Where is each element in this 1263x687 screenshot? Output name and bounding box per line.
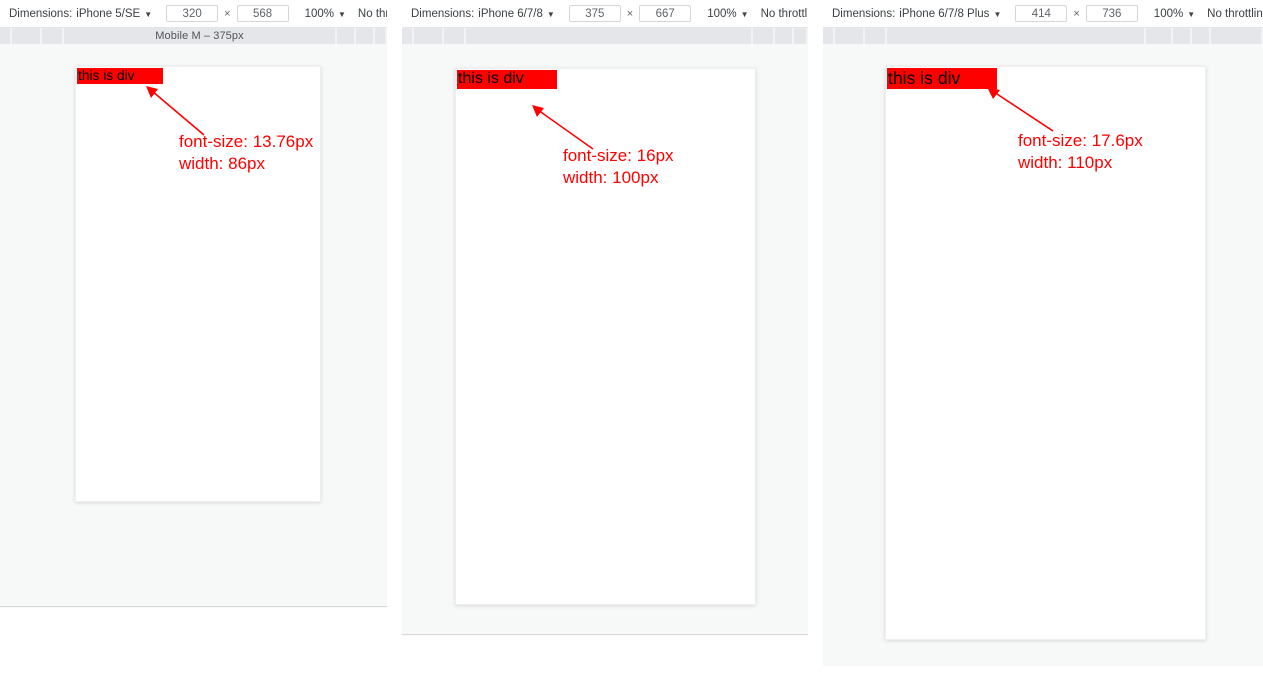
- dimensions-label: Dimensions:: [832, 7, 896, 20]
- viewport-width-input[interactable]: [166, 5, 219, 22]
- annotation-width: width: 86px: [179, 154, 265, 174]
- chevron-down-icon: ▼: [338, 9, 346, 19]
- zoom-value: 100%: [1153, 7, 1184, 20]
- media-query-segment[interactable]: [356, 28, 373, 44]
- media-query-segment[interactable]: [12, 28, 40, 44]
- dimensions-label: Dimensions:: [411, 7, 475, 20]
- media-query-segment[interactable]: [1192, 28, 1209, 44]
- media-query-segment[interactable]: [42, 28, 62, 44]
- dimension-fields: ×: [1015, 5, 1138, 22]
- annotation-width: width: 100px: [563, 168, 659, 188]
- media-query-ruler: [402, 28, 808, 44]
- zoom-selector[interactable]: 100% ▼: [1154, 8, 1195, 20]
- chevron-down-icon: ▼: [1187, 9, 1196, 19]
- media-query-segment[interactable]: [1173, 28, 1190, 44]
- device-panel-iphone-6-7-8: Dimensions: iPhone 6/7/8 ▼ × 100% ▼ No t…: [402, 0, 808, 636]
- dimension-fields: ×: [568, 5, 692, 22]
- media-query-segment[interactable]: [337, 28, 354, 44]
- media-query-ruler: Mobile M – 375px: [0, 28, 387, 44]
- media-query-segment[interactable]: [444, 28, 464, 44]
- dimension-fields: ×: [166, 5, 289, 22]
- times-symbol: ×: [224, 7, 231, 20]
- media-query-segment[interactable]: [375, 28, 385, 44]
- media-query-segment[interactable]: [414, 28, 442, 44]
- zoom-value: 100%: [707, 7, 737, 20]
- red-target-div: this is div: [77, 68, 163, 85]
- zoom-selector[interactable]: 100% ▼: [707, 8, 748, 20]
- zoom-selector[interactable]: 100% ▼: [305, 8, 346, 20]
- throttling-selector[interactable]: No throttling ▼: [1207, 8, 1263, 20]
- media-query-segment[interactable]: [402, 28, 412, 44]
- device-panel-iphone-5-se: Dimensions: iPhone 5/SE ▼ × 100% ▼ No th…: [0, 0, 387, 608]
- throttling-value: No throttling: [760, 7, 808, 20]
- throttling-selector[interactable]: No throttling ▼: [761, 8, 808, 20]
- device-name-value: iPhone 6/7/8 Plus: [899, 7, 990, 20]
- chevron-down-icon: ▼: [993, 9, 1002, 19]
- measurement-annotation: font-size: 17.6px width: 110px: [1018, 130, 1143, 175]
- zoom-value: 100%: [304, 7, 334, 20]
- times-symbol: ×: [626, 7, 634, 20]
- chevron-down-icon: ▼: [546, 9, 555, 19]
- device-name-value: iPhone 6/7/8: [478, 7, 543, 20]
- media-query-segment-active[interactable]: Mobile M – 375px: [64, 28, 335, 44]
- device-toolbar: Dimensions: iPhone 5/SE ▼ × 100% ▼ No th…: [0, 0, 387, 28]
- annotation-font-size: font-size: 16px: [563, 146, 674, 165]
- media-query-segment[interactable]: [835, 28, 863, 44]
- media-query-label: Mobile M – 375px: [155, 30, 244, 42]
- media-query-segment[interactable]: [1211, 28, 1261, 44]
- responsive-comparison-screenshot: Dimensions: iPhone 5/SE ▼ × 100% ▼ No th…: [0, 0, 1263, 687]
- red-target-div: this is div: [457, 70, 557, 89]
- viewport-height-input[interactable]: [639, 5, 692, 22]
- media-query-segment[interactable]: [865, 28, 885, 44]
- device-toolbar: Dimensions: iPhone 6/7/8 Plus ▼ × 100% ▼…: [823, 0, 1263, 28]
- media-query-segment-active[interactable]: [466, 28, 751, 44]
- media-query-ruler: [823, 28, 1263, 44]
- viewport-height-input[interactable]: [236, 5, 289, 22]
- media-query-segment-active[interactable]: [887, 28, 1144, 44]
- annotation-width: width: 110px: [1018, 153, 1113, 173]
- annotation-font-size: font-size: 17.6px: [1018, 131, 1143, 150]
- media-query-segment[interactable]: [794, 28, 806, 44]
- measurement-annotation: font-size: 13.76px width: 86px: [179, 131, 313, 176]
- chevron-down-icon: ▼: [144, 9, 153, 19]
- device-selector[interactable]: Dimensions: iPhone 5/SE ▼: [9, 8, 152, 20]
- throttling-selector[interactable]: No throttling ▼: [358, 8, 387, 20]
- throttling-value: No throttling: [1207, 7, 1263, 20]
- media-query-segment[interactable]: [1146, 28, 1171, 44]
- dimensions-label: Dimensions:: [9, 7, 73, 20]
- measurement-annotation: font-size: 16px width: 100px: [563, 145, 674, 190]
- red-target-div: this is div: [887, 68, 997, 89]
- viewport-width-input[interactable]: [568, 5, 621, 22]
- media-query-segment[interactable]: [753, 28, 773, 44]
- chevron-down-icon: ▼: [740, 9, 749, 19]
- media-query-segment[interactable]: [823, 28, 833, 44]
- throttling-value: No throttling: [357, 7, 387, 20]
- device-toolbar: Dimensions: iPhone 6/7/8 ▼ × 100% ▼ No t…: [402, 0, 808, 28]
- viewport-height-input[interactable]: [1085, 5, 1138, 22]
- times-symbol: ×: [1073, 7, 1080, 20]
- device-name-value: iPhone 5/SE: [76, 7, 141, 20]
- device-selector[interactable]: Dimensions: iPhone 6/7/8 Plus ▼: [832, 8, 1001, 20]
- annotation-font-size: font-size: 13.76px: [179, 132, 314, 151]
- device-selector[interactable]: Dimensions: iPhone 6/7/8 ▼: [411, 8, 555, 20]
- media-query-segment[interactable]: [775, 28, 792, 44]
- device-panel-iphone-6-7-8-plus: Dimensions: iPhone 6/7/8 Plus ▼ × 100% ▼…: [823, 0, 1263, 666]
- media-query-segment[interactable]: [0, 28, 10, 44]
- viewport-width-input[interactable]: [1015, 5, 1068, 22]
